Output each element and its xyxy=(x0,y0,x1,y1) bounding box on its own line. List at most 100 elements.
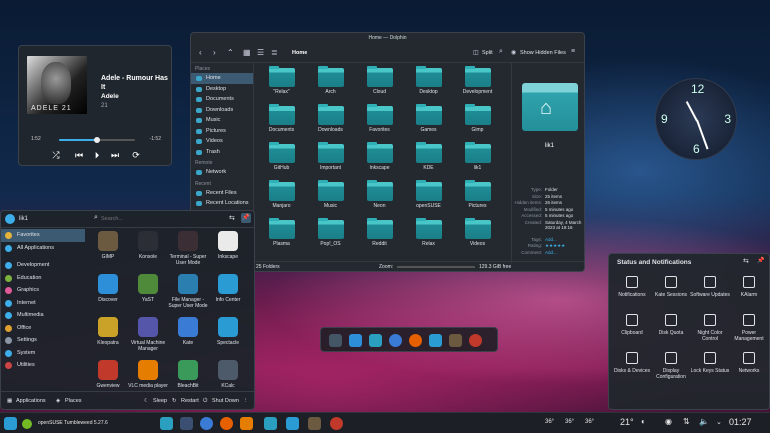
sidebar-item[interactable]: Network xyxy=(191,167,253,178)
folder-item[interactable]: Gimp xyxy=(455,104,500,136)
gwenview-dock-icon[interactable] xyxy=(469,334,482,347)
chromium-dock-icon[interactable] xyxy=(389,334,402,347)
app-item[interactable]: Discover xyxy=(87,274,129,303)
network-icon[interactable]: ⇅ xyxy=(683,417,690,426)
places-tab[interactable]: Places xyxy=(65,392,82,410)
app-item[interactable]: Info Center xyxy=(207,274,249,303)
task-kate-icon[interactable] xyxy=(180,417,193,430)
analog-clock-widget[interactable]: 12 3 6 9 xyxy=(655,78,737,160)
split-button[interactable]: Split xyxy=(482,50,493,56)
app-item[interactable]: YaST xyxy=(127,274,169,303)
folder-item[interactable]: Videos xyxy=(455,218,500,250)
app-item[interactable]: BleachBit xyxy=(167,360,209,389)
sidebar-item[interactable]: Home xyxy=(191,73,253,84)
sidebar-item[interactable]: Music xyxy=(191,115,253,126)
seek-bar[interactable]: 1:52 -1:52 xyxy=(29,136,163,143)
sidebar-item[interactable]: Downloads xyxy=(191,105,253,116)
eye-icon[interactable]: ◉ xyxy=(511,49,516,56)
folder-item[interactable]: Plasma xyxy=(259,218,304,250)
folder-item[interactable]: Relax xyxy=(406,218,451,250)
category-item[interactable]: Utilities xyxy=(1,359,85,372)
search-icon[interactable]: ⌕ xyxy=(499,48,503,56)
category-item[interactable]: System xyxy=(1,347,85,360)
restart-button[interactable]: Restart xyxy=(181,392,199,410)
folder-item[interactable]: Reddit xyxy=(357,218,402,250)
back-icon[interactable]: ‹ xyxy=(199,48,202,57)
folder-item[interactable]: Important xyxy=(308,142,353,174)
sleep-button[interactable]: Sleep xyxy=(153,392,167,410)
folder-item[interactable]: Inkscape xyxy=(357,142,402,174)
app-item[interactable]: Kate xyxy=(167,317,209,346)
info-center-dock-icon[interactable] xyxy=(429,334,442,347)
folder-item[interactable]: Documents xyxy=(259,104,304,136)
app-item[interactable]: Inkscape xyxy=(207,231,249,260)
show-hidden-button[interactable]: Show Hidden Files xyxy=(520,50,566,56)
repeat-icon[interactable]: ⟳ xyxy=(131,150,141,160)
category-item[interactable]: All Applications xyxy=(1,242,85,255)
info-value[interactable]: ★★★★★ xyxy=(545,243,583,249)
info-value[interactable]: Add... xyxy=(545,237,583,243)
status-item[interactable]: Networks xyxy=(729,352,769,374)
app-item[interactable]: Virtual Machine Manager xyxy=(127,317,169,352)
category-item[interactable]: Graphics xyxy=(1,284,85,297)
sidebar-item[interactable]: Recent Locations xyxy=(191,198,253,209)
category-item[interactable]: Development xyxy=(1,259,85,272)
forward-icon[interactable]: › xyxy=(213,48,216,57)
folder-item[interactable]: Pictures xyxy=(455,180,500,212)
folder-item[interactable]: Favorites xyxy=(357,104,402,136)
status-item[interactable]: Clipboard xyxy=(612,314,652,336)
weather-icon[interactable]: ◐ xyxy=(641,417,646,426)
category-item[interactable]: Internet xyxy=(1,297,85,310)
gimp-dock-icon[interactable] xyxy=(449,334,462,347)
task-gimp-icon[interactable] xyxy=(308,417,321,430)
sidebar-item[interactable]: Pictures xyxy=(191,126,253,137)
dolphin-dock-icon[interactable] xyxy=(369,334,382,347)
folder-item[interactable]: Pop!_OS xyxy=(308,218,353,250)
category-item[interactable]: Education xyxy=(1,272,85,285)
info-value[interactable]: Add... xyxy=(545,250,583,256)
next-icon[interactable]: ⏭ xyxy=(110,150,120,160)
app-item[interactable]: GIMP xyxy=(87,231,129,260)
task-vlc-icon[interactable] xyxy=(240,417,253,430)
folder-item[interactable]: GitHub xyxy=(259,142,304,174)
shuffle-icon[interactable]: ⤮ xyxy=(51,150,61,160)
category-item[interactable]: Favorites xyxy=(1,229,85,242)
sidebar-item[interactable]: Desktop xyxy=(191,84,253,95)
folder-item[interactable]: Music xyxy=(308,180,353,212)
menu-icon[interactable]: ≡ xyxy=(571,48,575,55)
folder-item[interactable]: Games xyxy=(406,104,451,136)
folder-item[interactable]: lik1 xyxy=(455,142,500,174)
discover-dock-icon[interactable] xyxy=(349,334,362,347)
details-view-icon[interactable]: ≣ xyxy=(271,48,278,57)
sidebar-item[interactable]: Trash xyxy=(191,147,253,158)
folder-item[interactable]: KDE xyxy=(406,142,451,174)
task-gwenview-icon[interactable] xyxy=(330,417,343,430)
settings-dock-icon[interactable] xyxy=(329,334,342,347)
weather-temp[interactable]: 21° xyxy=(620,417,634,427)
app-item[interactable]: KCalc xyxy=(207,360,249,389)
task-info-icon[interactable] xyxy=(286,417,299,430)
firefox-dock-icon[interactable] xyxy=(409,334,422,347)
app-item[interactable]: Spectacle xyxy=(207,317,249,346)
sidebar-item[interactable]: Videos xyxy=(191,136,253,147)
avatar[interactable] xyxy=(5,214,15,224)
previous-icon[interactable]: ⏮ xyxy=(74,150,84,160)
app-item[interactable]: Terminal - Super User Mode xyxy=(167,231,209,266)
launcher-icon[interactable] xyxy=(4,417,17,430)
configure-icon[interactable]: ⇆ xyxy=(229,214,235,222)
folder-item[interactable]: "Relax" xyxy=(259,66,304,98)
folder-item[interactable]: Neon xyxy=(357,180,402,212)
speaker-icon[interactable]: 🔈 xyxy=(699,417,709,426)
folder-item[interactable]: Downloads xyxy=(308,104,353,136)
folder-item[interactable]: Cloud xyxy=(357,66,402,98)
sidebar-item[interactable]: Documents xyxy=(191,94,253,105)
sidebar-item[interactable]: Recent Files xyxy=(191,188,253,199)
applications-tab[interactable]: Applications xyxy=(16,392,46,410)
breadcrumb[interactable]: Home xyxy=(292,50,307,56)
status-item[interactable]: Power Management xyxy=(729,314,769,342)
app-item[interactable]: Gwenview xyxy=(87,360,129,389)
app-item[interactable]: VLC media player xyxy=(127,360,169,389)
folder-item[interactable]: Arch xyxy=(308,66,353,98)
compact-view-icon[interactable]: ☰ xyxy=(257,48,264,57)
status-item[interactable]: Notifications xyxy=(612,276,652,298)
